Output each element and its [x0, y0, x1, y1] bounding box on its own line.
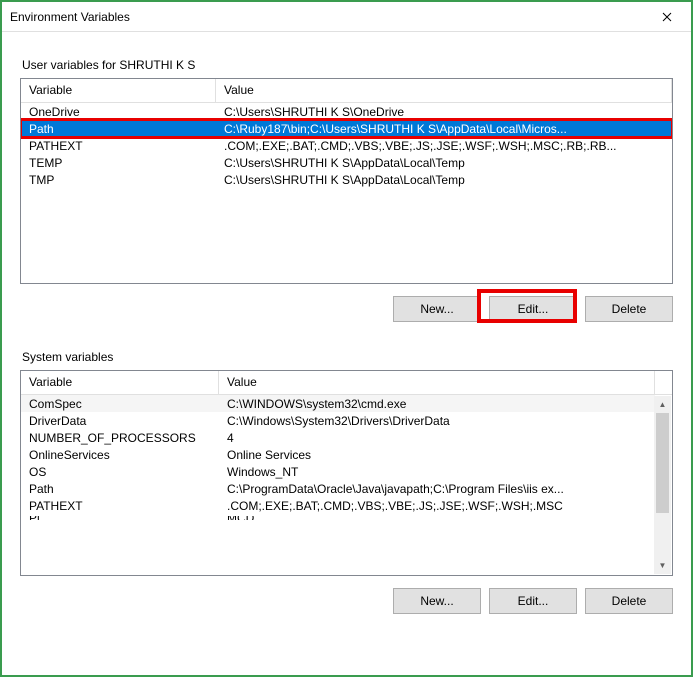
table-row[interactable]: OneDrive C:\Users\SHRUTHI K S\OneDrive	[21, 103, 672, 120]
delete-button[interactable]: Delete	[585, 296, 673, 322]
user-variables-table: Variable Value OneDrive C:\Users\SHRUTHI…	[20, 78, 673, 284]
cell-value: C:\Users\SHRUTHI K S\OneDrive	[216, 105, 672, 119]
table-row[interactable]: TMP C:\Users\SHRUTHI K S\AppData\Local\T…	[21, 171, 672, 188]
cell-value: C:\Windows\System32\Drivers\DriverData	[219, 414, 655, 428]
cell-variable: TEMP	[21, 156, 216, 170]
cell-value: C:\Users\SHRUTHI K S\AppData\Local\Temp	[216, 156, 672, 170]
table-row[interactable]: TEMP C:\Users\SHRUTHI K S\AppData\Local\…	[21, 154, 672, 171]
cell-value: 4	[219, 431, 655, 445]
scroll-track[interactable]	[654, 413, 671, 557]
cell-variable: NUMBER_OF_PROCESSORS	[21, 431, 219, 445]
scroll-thumb[interactable]	[656, 413, 669, 513]
table-row[interactable]: DriverData C:\Windows\System32\Drivers\D…	[21, 412, 655, 429]
cell-value: C:\Ruby187\bin;C:\Users\SHRUTHI K S\AppD…	[216, 122, 672, 136]
close-icon	[662, 12, 672, 22]
user-variables-label: User variables for SHRUTHI K S	[22, 58, 673, 72]
table-row[interactable]: ComSpec C:\WINDOWS\system32\cmd.exe	[21, 395, 655, 412]
cell-variable: TMP	[21, 173, 216, 187]
cell-value: .COM;.EXE;.BAT;.CMD;.VBS;.VBE;.JS;.JSE;.…	[219, 499, 655, 513]
table-row[interactable]: PATHEXT .COM;.EXE;.BAT;.CMD;.VBS;.VBE;.J…	[21, 137, 672, 154]
cell-value: C:\Users\SHRUTHI K S\AppData\Local\Temp	[216, 173, 672, 187]
window-title: Environment Variables	[10, 10, 644, 24]
cell-value: .COM;.EXE;.BAT;.CMD;.VBS;.VBE;.JS;.JSE;.…	[216, 139, 672, 153]
table-header: Variable Value	[21, 371, 672, 395]
table-row[interactable]: OnlineServices Online Services	[21, 446, 655, 463]
cell-variable: OS	[21, 465, 219, 479]
table-body: OneDrive C:\Users\SHRUTHI K S\OneDrive P…	[21, 103, 672, 188]
cell-variable: PATHEXT	[21, 139, 216, 153]
new-button[interactable]: New...	[393, 588, 481, 614]
user-button-row: New... Edit... Delete	[20, 296, 673, 322]
table-header: Variable Value	[21, 79, 672, 103]
scroll-down-arrow[interactable]: ▼	[654, 557, 671, 574]
cell-variable: PATHEXT	[21, 499, 219, 513]
system-variables-table: Variable Value ComSpec C:\WINDOWS\system…	[20, 370, 673, 576]
cell-value: Windows_NT	[219, 465, 655, 479]
column-header-variable[interactable]: Variable	[21, 371, 219, 394]
cell-variable: OneDrive	[21, 105, 216, 119]
column-header-value[interactable]: Value	[219, 371, 655, 394]
cell-value: C:\WINDOWS\system32\cmd.exe	[219, 397, 655, 411]
column-header-value[interactable]: Value	[216, 79, 672, 102]
vertical-scrollbar[interactable]: ▲ ▼	[654, 396, 671, 574]
table-row[interactable]: Path C:\ProgramData\Oracle\Java\javapath…	[21, 480, 655, 497]
cell-value: C:\ProgramData\Oracle\Java\javapath;C:\P…	[219, 482, 655, 496]
edit-button[interactable]: Edit...	[489, 588, 577, 614]
cell-value: MCD	[219, 516, 655, 520]
cell-variable: Path	[21, 122, 216, 136]
cell-variable: ComSpec	[21, 397, 219, 411]
system-variables-label: System variables	[22, 350, 673, 364]
system-button-row: New... Edit... Delete	[20, 588, 673, 614]
titlebar: Environment Variables	[2, 2, 691, 32]
table-row[interactable]: OS Windows_NT	[21, 463, 655, 480]
table-body: ComSpec C:\WINDOWS\system32\cmd.exe Driv…	[21, 395, 655, 522]
column-header-variable[interactable]: Variable	[21, 79, 216, 102]
cell-variable: OnlineServices	[21, 448, 219, 462]
table-row[interactable]: Pl MCD	[21, 514, 655, 522]
table-row[interactable]: PATHEXT .COM;.EXE;.BAT;.CMD;.VBS;.VBE;.J…	[21, 497, 655, 514]
cell-value: Online Services	[219, 448, 655, 462]
edit-button[interactable]: Edit...	[489, 296, 577, 322]
new-button[interactable]: New...	[393, 296, 481, 322]
table-row[interactable]: Path C:\Ruby187\bin;C:\Users\SHRUTHI K S…	[21, 120, 672, 137]
cell-variable: Pl	[21, 516, 219, 520]
cell-variable: Path	[21, 482, 219, 496]
delete-button[interactable]: Delete	[585, 588, 673, 614]
table-row[interactable]: NUMBER_OF_PROCESSORS 4	[21, 429, 655, 446]
cell-variable: DriverData	[21, 414, 219, 428]
scroll-up-arrow[interactable]: ▲	[654, 396, 671, 413]
close-button[interactable]	[644, 2, 689, 32]
